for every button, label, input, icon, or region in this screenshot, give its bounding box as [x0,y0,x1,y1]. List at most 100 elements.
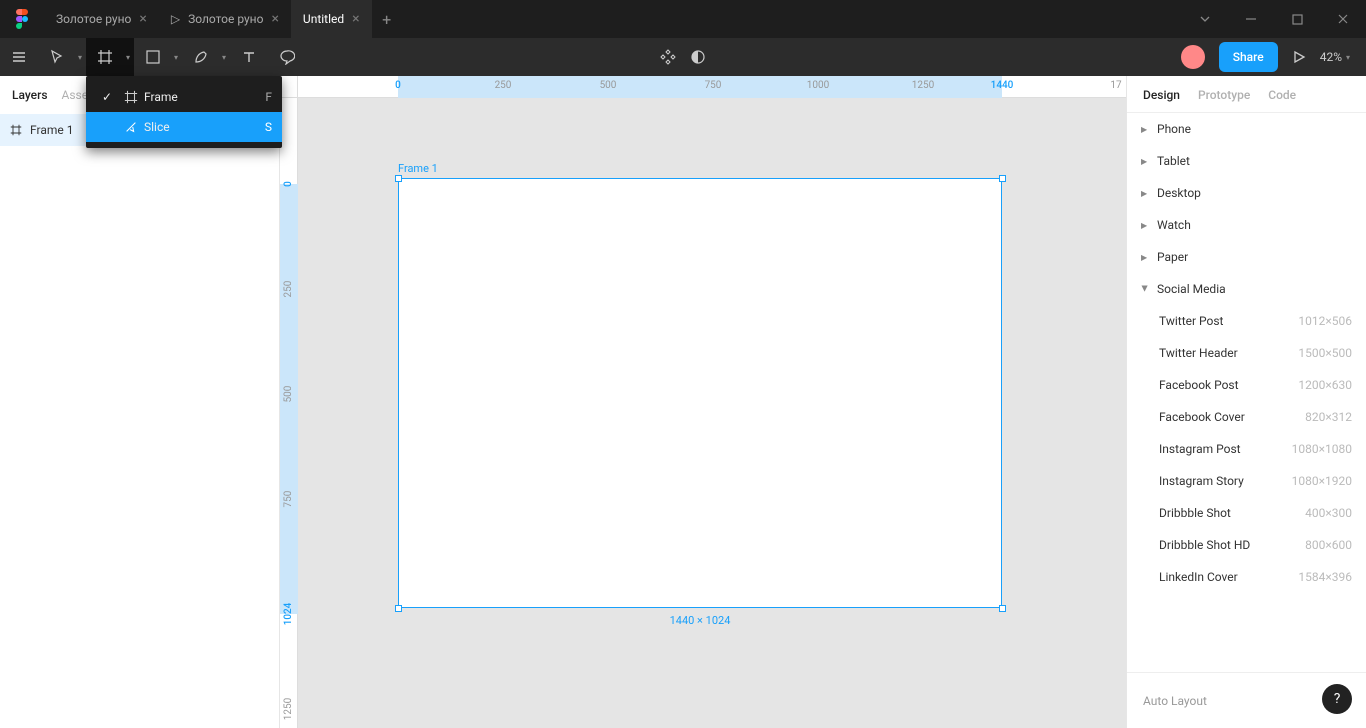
ruler-tick: 1440 [991,80,1014,91]
caret-icon: ▶ [1141,221,1149,230]
tab-label: Золотое руно [188,12,263,26]
chevron-down-icon: ▾ [78,53,82,62]
selection-handle[interactable] [395,175,402,182]
tab-design[interactable]: Design [1143,88,1180,102]
frame-rect[interactable] [398,178,1002,608]
figma-logo-icon[interactable] [0,9,44,29]
preset-label: Facebook Cover [1159,410,1245,424]
dropdown-item-slice[interactable]: Slice S [86,112,282,142]
frame-label[interactable]: Frame 1 [398,162,438,175]
caret-icon: ▶ [1141,253,1149,262]
ruler-tick: 500 [283,386,294,403]
main-menu-button[interactable] [0,38,38,76]
caret-icon: ▶ [1141,285,1150,293]
close-icon[interactable]: × [352,11,359,27]
comment-tool[interactable] [268,38,306,76]
preset-label: Twitter Post [1159,314,1223,328]
frame-dimensions: 1440 × 1024 [670,614,731,627]
text-tool[interactable] [230,38,268,76]
document-tab[interactable]: ▷ Золотое руно × [159,0,291,38]
preset-dimensions: 400×300 [1305,506,1352,520]
ruler-tick: 250 [283,281,294,298]
present-button[interactable] [1292,50,1306,64]
preset-item[interactable]: Facebook Post1200×630 [1127,369,1366,401]
ruler-tick: 0 [283,181,294,187]
selection-handle[interactable] [395,605,402,612]
window-controls [1182,0,1366,38]
dropdown-label: Frame [144,90,265,104]
tab-label: Золотое руно [56,12,131,26]
right-panel: Design Prototype Code ▶Phone ▶Tablet ▶De… [1126,76,1366,728]
layer-label: Frame 1 [30,123,73,137]
preset-category-tablet[interactable]: ▶Tablet [1127,145,1366,177]
preset-dimensions: 1500×500 [1298,346,1352,360]
frame-icon [10,124,22,136]
canvas[interactable]: 0 250 500 750 1000 1250 1440 17 0 250 50… [280,76,1126,728]
layers-tab[interactable]: Layers [12,88,48,102]
preset-item[interactable]: LinkedIn Cover1584×396 [1127,561,1366,593]
toolbar: ▾ ▾ ✓ Frame F Slice S [0,38,1366,76]
window-menu-chevron-icon[interactable] [1182,0,1228,38]
share-button[interactable]: Share [1219,42,1278,72]
dropdown-label: Slice [144,120,265,134]
ruler-tick: 1250 [912,80,934,91]
pen-tool[interactable]: ▾ [182,38,230,76]
zoom-control[interactable]: 42% ▾ [1320,50,1350,64]
preset-dimensions: 1012×506 [1298,314,1352,328]
check-icon: ✓ [96,90,118,104]
left-panel: Layers Assets Page 1 ▾ Frame 1 [0,76,280,728]
preset-dimensions: 820×312 [1305,410,1352,424]
help-button[interactable]: ? [1322,684,1352,714]
frame-tool[interactable]: ▾ ✓ Frame F Slice S [86,38,134,76]
titlebar: Золотое руно × ▷ Золотое руно × Untitled… [0,0,1366,38]
dropdown-item-frame[interactable]: ✓ Frame F [86,82,282,112]
preset-item[interactable]: Facebook Cover 820×312 [1127,401,1366,433]
close-icon[interactable]: × [271,11,278,27]
ruler-tick: 750 [283,491,294,508]
preset-item[interactable]: Dribbble Shot400×300 [1127,497,1366,529]
workspace: Layers Assets Page 1 ▾ Frame 1 0 250 500… [0,76,1366,728]
preset-category-paper[interactable]: ▶Paper [1127,241,1366,273]
document-tab-active[interactable]: Untitled × [291,0,372,38]
selection-handle[interactable] [999,175,1006,182]
preset-label: Instagram Story [1159,474,1244,488]
tool-group-left: ▾ ▾ ✓ Frame F Slice S [0,38,306,76]
move-tool[interactable]: ▾ [38,38,86,76]
new-tab-button[interactable]: + [372,0,402,38]
tab-code[interactable]: Code [1268,88,1296,102]
close-window-button[interactable] [1320,0,1366,38]
chevron-down-icon: ▾ [174,53,178,62]
document-tabs: Золотое руно × ▷ Золотое руно × Untitled… [44,0,1182,38]
dropdown-shortcut: S [265,120,272,134]
preset-category-phone[interactable]: ▶Phone [1127,113,1366,145]
toolbar-right: Share 42% ▾ [1181,42,1366,72]
slice-icon [118,120,144,134]
preset-item[interactable]: Dribbble Shot HD800×600 [1127,529,1366,561]
ruler-corner [280,76,298,98]
shape-tool[interactable]: ▾ [134,38,182,76]
preset-category-watch[interactable]: ▶Watch [1127,209,1366,241]
caret-icon: ▶ [1141,157,1149,166]
chevron-down-icon: ▾ [222,53,226,62]
mask-icon[interactable] [690,38,706,76]
close-icon[interactable]: × [139,11,146,27]
caret-icon: ▶ [1141,125,1149,134]
preset-item[interactable]: Instagram Story1080×1920 [1127,465,1366,497]
dropdown-shortcut: F [265,90,272,104]
preset-item[interactable]: Twitter Header1500×500 [1127,337,1366,369]
preset-item[interactable]: Twitter Post 1012×506 [1127,305,1366,337]
preset-dimensions: 1200×630 [1298,378,1352,392]
document-tab[interactable]: Золотое руно × [44,0,159,38]
selection-handle[interactable] [999,605,1006,612]
components-icon[interactable] [660,38,676,76]
maximize-button[interactable] [1274,0,1320,38]
preset-category-social-media[interactable]: ▶Social Media [1127,273,1366,305]
tab-label: Untitled [303,12,344,26]
preset-item[interactable]: Instagram Post1080×1080 [1127,433,1366,465]
preset-category-desktop[interactable]: ▶Desktop [1127,177,1366,209]
minimize-button[interactable] [1228,0,1274,38]
avatar[interactable] [1181,45,1205,69]
preset-dimensions: 1584×396 [1298,570,1352,584]
right-panel-tabs: Design Prototype Code [1127,76,1366,113]
tab-prototype[interactable]: Prototype [1198,88,1250,102]
